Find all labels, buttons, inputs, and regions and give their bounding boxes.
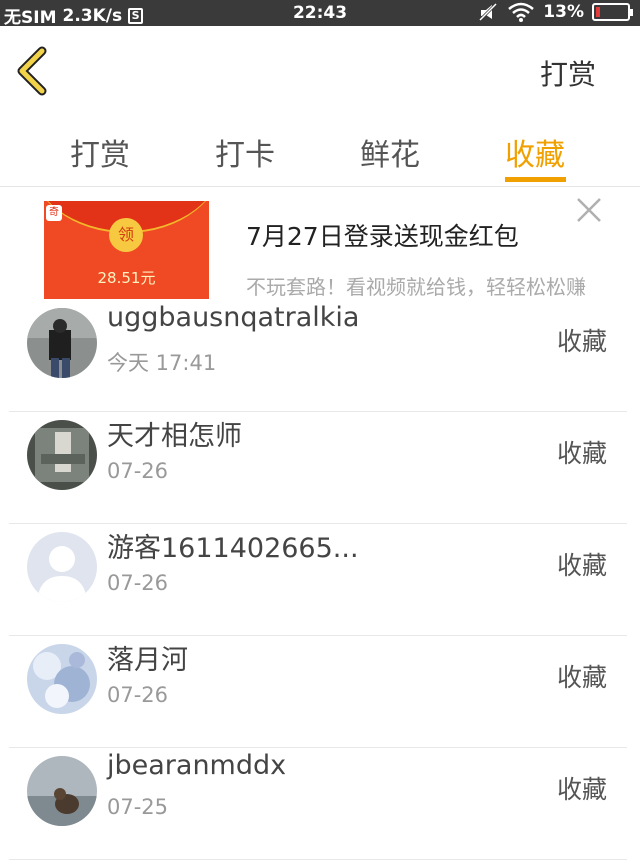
tab-bar: 打赏 打卡 鲜花 收藏 bbox=[0, 116, 640, 187]
list-item[interactable]: 游客1611402665... 07-26 收藏 bbox=[9, 524, 627, 636]
favorite-label: 收藏 bbox=[556, 439, 607, 468]
status-bar: 无SIM 2.3K/s S 22:43 13% bbox=[0, 0, 640, 28]
wifi-icon bbox=[508, 2, 535, 22]
battery-percent: 13% bbox=[543, 2, 584, 22]
user-name: 落月河 bbox=[107, 645, 188, 676]
favorite-label: 收藏 bbox=[556, 775, 607, 804]
list-item[interactable]: uggbausnqatralkia 今天 17:41 收藏 bbox=[9, 300, 627, 412]
favorite-label: 收藏 bbox=[556, 663, 607, 692]
tab-flowers[interactable]: 鲜花 bbox=[360, 130, 420, 174]
list-item[interactable]: jbearanmddx 07-25 收藏 bbox=[9, 748, 627, 860]
timestamp: 今天 17:41 bbox=[107, 351, 217, 375]
avatar[interactable] bbox=[27, 420, 97, 490]
timestamp: 07-25 bbox=[107, 795, 169, 819]
list-item[interactable]: 落月河 07-26 收藏 bbox=[9, 636, 627, 748]
nav-bar: 打赏 bbox=[0, 26, 640, 116]
avatar[interactable] bbox=[27, 644, 97, 714]
favorite-label: 收藏 bbox=[556, 327, 607, 356]
tab-active-indicator bbox=[505, 177, 566, 182]
back-arrow-icon[interactable] bbox=[12, 46, 52, 96]
battery-icon bbox=[592, 3, 633, 21]
user-name: 游客1611402665... bbox=[107, 533, 359, 564]
reward-button[interactable]: 打赏 bbox=[540, 53, 596, 93]
ad-image-tag: 奇 bbox=[46, 205, 62, 221]
timestamp: 07-26 bbox=[107, 459, 169, 483]
ad-subtitle: 不玩套路！看视频就给钱，轻轻松松赚 bbox=[246, 275, 586, 299]
user-name: jbearanmddx bbox=[107, 750, 287, 781]
favorite-label: 收藏 bbox=[556, 551, 607, 580]
ad-image[interactable]: 奇 领 28.51元 bbox=[44, 201, 209, 299]
timestamp: 07-26 bbox=[107, 571, 169, 595]
timestamp: 07-26 bbox=[107, 683, 169, 707]
ad-image-amount: 28.51元 bbox=[97, 269, 156, 287]
user-name: 天才相怎师 bbox=[107, 421, 242, 452]
list-item[interactable]: 天才相怎师 07-26 收藏 bbox=[9, 412, 627, 524]
ad-title[interactable]: 7月27日登录送现金红包 bbox=[246, 217, 519, 253]
tab-reward[interactable]: 打赏 bbox=[70, 130, 130, 174]
avatar[interactable] bbox=[27, 756, 97, 826]
tab-favorites[interactable]: 收藏 bbox=[505, 130, 565, 174]
user-name: uggbausnqatralkia bbox=[107, 302, 360, 333]
avatar[interactable] bbox=[27, 308, 97, 378]
avatar[interactable] bbox=[27, 532, 97, 602]
mute-icon bbox=[479, 2, 498, 22]
close-icon[interactable] bbox=[575, 196, 603, 224]
ad-image-coin: 领 bbox=[109, 218, 143, 252]
tab-checkin[interactable]: 打卡 bbox=[215, 130, 275, 174]
ad-banner[interactable]: 奇 领 28.51元 7月27日登录送现金红包 不玩套路！看视频就给钱，轻轻松松… bbox=[0, 196, 640, 306]
